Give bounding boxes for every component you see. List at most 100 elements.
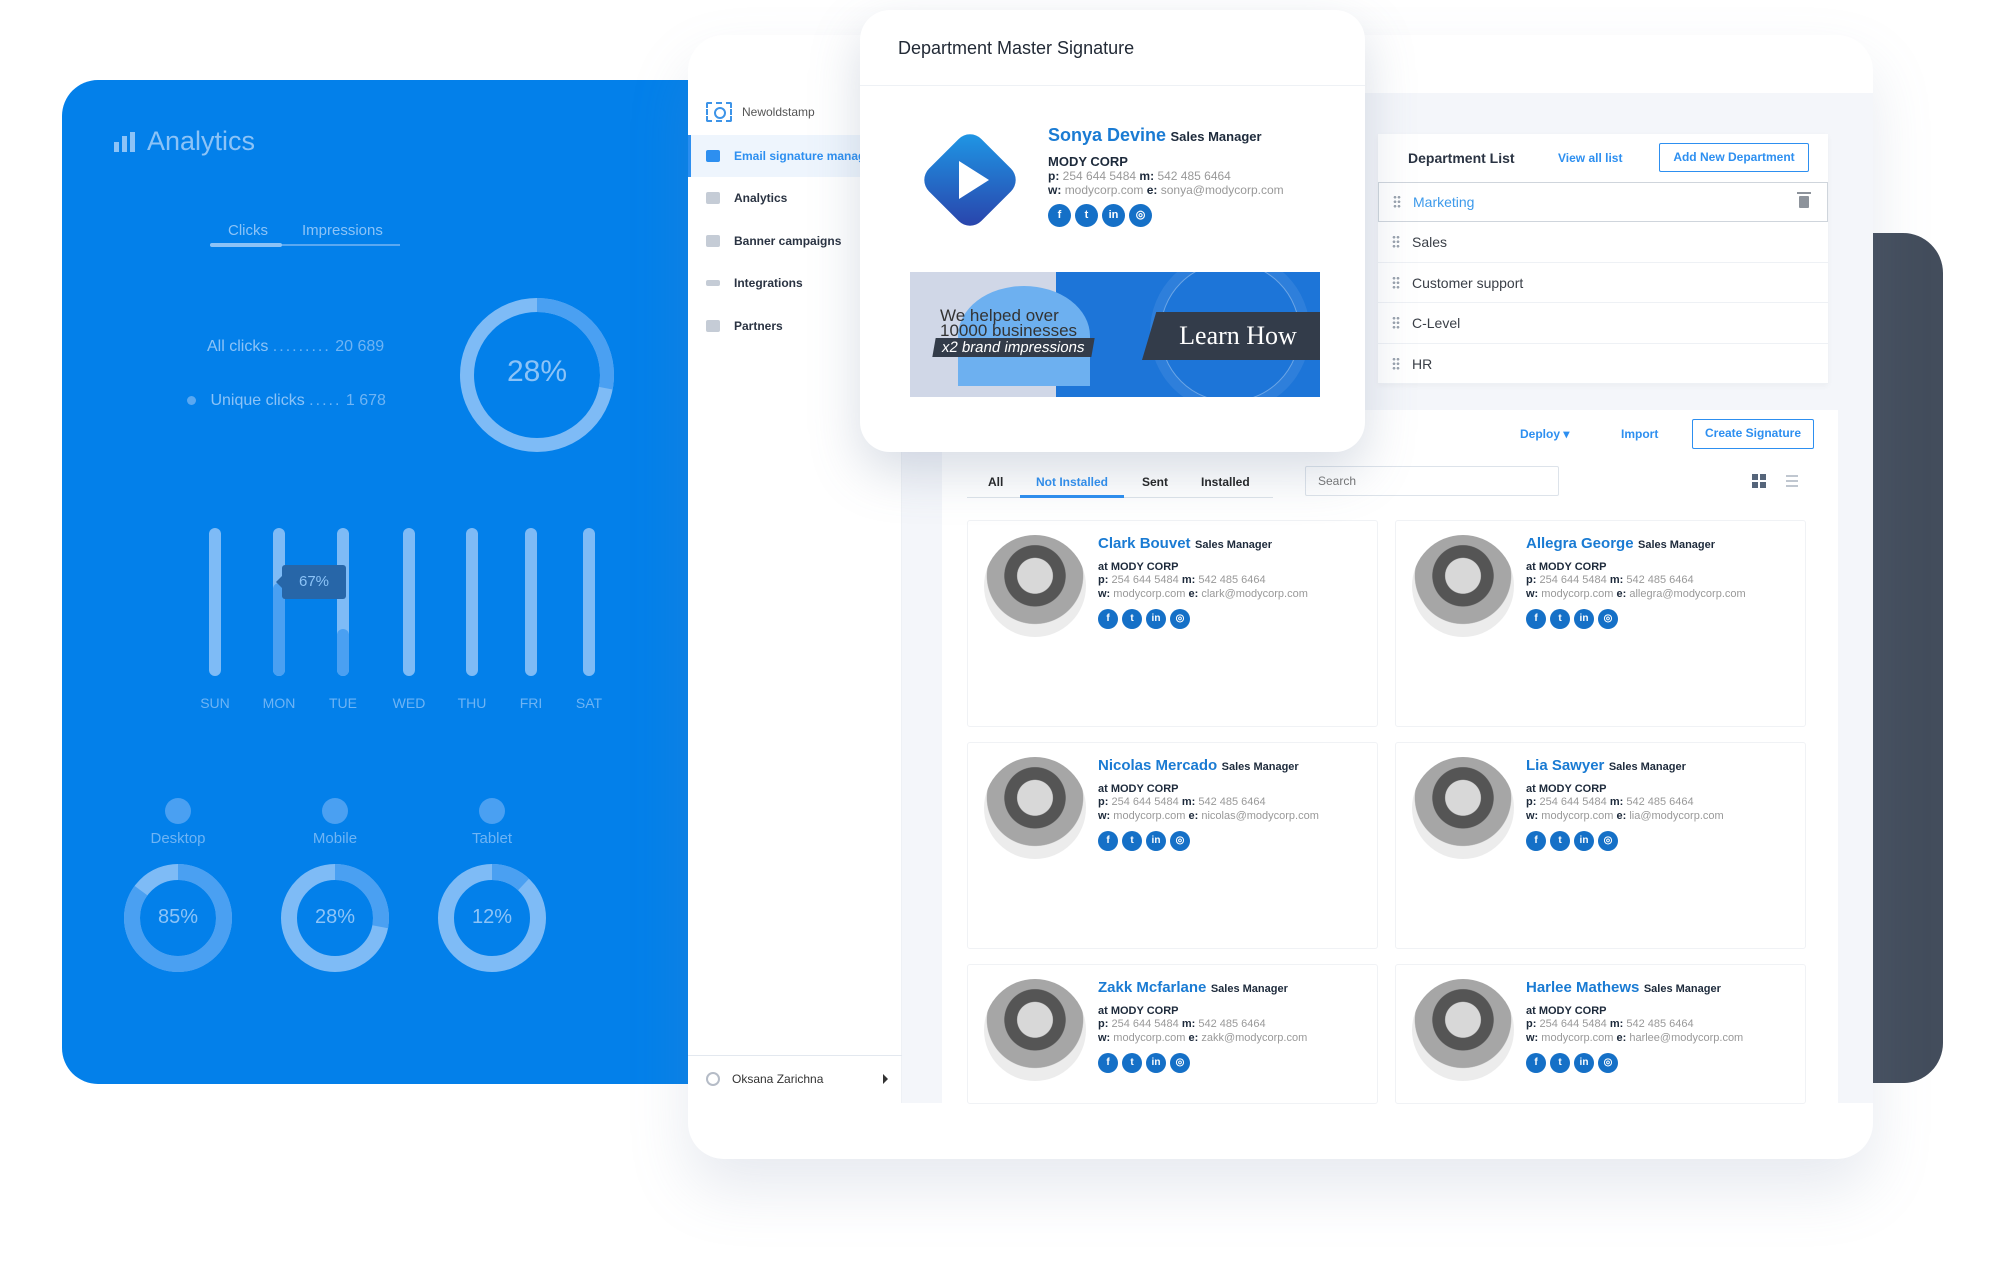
signature-contacts: w: modycorp.com e: nicolas@modycorp.com <box>1098 810 1319 822</box>
day-bar-sat[interactable] <box>583 528 595 676</box>
day-label: FRI <box>519 695 543 711</box>
department-name: HR <box>1412 355 1433 372</box>
department-item[interactable]: Marketing <box>1378 182 1828 222</box>
signature-company: MODY CORP <box>1048 154 1128 169</box>
signature-card[interactable]: Harlee Mathews Sales Manager at MODY CORP… <box>1395 964 1806 1104</box>
nav-label: Partners <box>734 319 783 333</box>
device-mobile: Mobile <box>270 798 400 847</box>
nav-label: Banner campaigns <box>734 234 842 248</box>
tab-installed[interactable]: Installed <box>1201 475 1250 489</box>
tab-clicks[interactable]: Clicks <box>228 222 268 239</box>
drag-handle-icon[interactable] <box>1393 195 1401 209</box>
day-bar-thu[interactable] <box>466 528 478 676</box>
facebook-icon[interactable]: f <box>1526 1053 1546 1073</box>
linkedin-icon[interactable]: in <box>1574 1053 1594 1073</box>
grid-view-icon[interactable] <box>1752 474 1766 488</box>
twitter-icon[interactable]: t <box>1550 1053 1570 1073</box>
bar-chart-icon <box>706 192 720 204</box>
day-bar-fill <box>337 628 349 676</box>
ring-value-label: 28% <box>506 355 568 388</box>
brand-logo[interactable]: Newoldstamp <box>706 102 815 122</box>
add-department-button[interactable]: Add New Department <box>1659 143 1809 172</box>
linkedin-icon[interactable]: in <box>1146 831 1166 851</box>
social-icons: f t in ◎ <box>1048 204 1284 227</box>
instagram-icon[interactable]: ◎ <box>1129 204 1152 227</box>
twitter-icon[interactable]: t <box>1122 1053 1142 1073</box>
tablet-icon <box>479 798 505 824</box>
learn-how-button[interactable]: Learn How <box>1142 312 1320 360</box>
tab-sent[interactable]: Sent <box>1142 475 1168 489</box>
day-bar-mon[interactable] <box>273 528 285 676</box>
instagram-icon[interactable]: ◎ <box>1170 831 1190 851</box>
signature-contacts: w: modycorp.com e: allegra@modycorp.com <box>1526 588 1746 600</box>
instagram-icon[interactable]: ◎ <box>1598 609 1618 629</box>
twitter-icon[interactable]: t <box>1075 204 1098 227</box>
linkedin-icon[interactable]: in <box>1102 204 1125 227</box>
unique-clicks-value: 1 678 <box>345 392 386 409</box>
facebook-icon[interactable]: f <box>1048 204 1071 227</box>
view-all-link[interactable]: View all list <box>1558 151 1622 165</box>
facebook-icon[interactable]: f <box>1098 1053 1118 1073</box>
linkedin-icon[interactable]: in <box>1574 831 1594 851</box>
signature-card[interactable]: Lia Sawyer Sales Manager at MODY CORP p: 2… <box>1395 742 1806 949</box>
linkedin-icon[interactable]: in <box>1146 1053 1166 1073</box>
instagram-icon[interactable]: ◎ <box>1598 831 1618 851</box>
search-input[interactable] <box>1305 466 1559 496</box>
department-item[interactable]: Sales <box>1378 223 1828 263</box>
signature-company: at MODY CORP <box>1098 783 1179 795</box>
facebook-icon[interactable]: f <box>1098 831 1118 851</box>
avatar <box>984 979 1086 1081</box>
department-item[interactable]: HR <box>1378 344 1828 384</box>
trash-icon[interactable] <box>1797 192 1811 208</box>
caret-right-icon <box>883 1073 888 1084</box>
tab-all[interactable]: All <box>988 475 1003 489</box>
day-bar-tue[interactable] <box>337 528 349 676</box>
signature-phones: p: 254 644 5484 m: 542 485 6464 <box>1098 574 1266 586</box>
instagram-icon[interactable]: ◎ <box>1170 1053 1190 1073</box>
drag-handle-icon[interactable] <box>1392 316 1400 330</box>
twitter-icon[interactable]: t <box>1550 831 1570 851</box>
day-label: WED <box>392 695 426 711</box>
day-bar-wed[interactable] <box>403 528 415 676</box>
drag-handle-icon[interactable] <box>1392 235 1400 249</box>
create-signature-button[interactable]: Create Signature <box>1692 419 1814 449</box>
signature-name: Zakk Mcfarlane <box>1098 979 1207 996</box>
facebook-icon[interactable]: f <box>1526 609 1546 629</box>
signature-role: Sales Manager <box>1638 539 1716 551</box>
linkedin-icon[interactable]: in <box>1146 609 1166 629</box>
day-bar-sun[interactable] <box>209 528 221 676</box>
nav-label: Integrations <box>734 276 803 290</box>
signature-name: Nicolas Mercado <box>1098 757 1218 774</box>
device-ring-label: 12% <box>471 906 513 928</box>
signature-card[interactable]: Zakk Mcfarlane Sales Manager at MODY CORP… <box>967 964 1378 1104</box>
drag-handle-icon[interactable] <box>1392 275 1400 290</box>
twitter-icon[interactable]: t <box>1122 609 1142 629</box>
avatar <box>1412 979 1514 1081</box>
social-icons: f t in ◎ <box>1526 609 1746 629</box>
list-view-icon[interactable] <box>1786 475 1798 487</box>
signature-card[interactable]: Clark Bouvet Sales Manager at MODY CORP p:… <box>967 520 1378 727</box>
instagram-icon[interactable]: ◎ <box>1598 1053 1618 1073</box>
user-menu[interactable]: Oksana Zarichna <box>688 1055 902 1101</box>
arrows-icon <box>706 280 720 286</box>
tab-impressions[interactable]: Impressions <box>302 222 383 239</box>
import-button[interactable]: Import <box>1621 427 1658 441</box>
deploy-dropdown[interactable]: Deploy ▾ <box>1520 427 1569 441</box>
department-item[interactable]: C-Level <box>1378 304 1828 344</box>
drag-handle-icon[interactable] <box>1392 356 1400 371</box>
day-bar-fri[interactable] <box>525 528 537 676</box>
avatar <box>984 535 1086 637</box>
signature-card[interactable]: Allegra George Sales Manager at MODY CORP… <box>1395 520 1806 727</box>
facebook-icon[interactable]: f <box>1098 609 1118 629</box>
facebook-icon[interactable]: f <box>1526 831 1546 851</box>
department-item[interactable]: Customer support <box>1378 263 1828 303</box>
instagram-icon[interactable]: ◎ <box>1170 609 1190 629</box>
linkedin-icon[interactable]: in <box>1574 609 1594 629</box>
tab-not-installed[interactable]: Not Installed <box>1036 475 1108 489</box>
avatar <box>1412 757 1514 859</box>
twitter-icon[interactable]: t <box>1122 831 1142 851</box>
twitter-icon[interactable]: t <box>1550 609 1570 629</box>
signature-name: Harlee Mathews <box>1526 979 1640 996</box>
promo-banner[interactable]: We helped over 10000 businesses x2 brand … <box>910 272 1320 397</box>
signature-card[interactable]: Nicolas Mercado Sales Manager at MODY COR… <box>967 742 1378 949</box>
